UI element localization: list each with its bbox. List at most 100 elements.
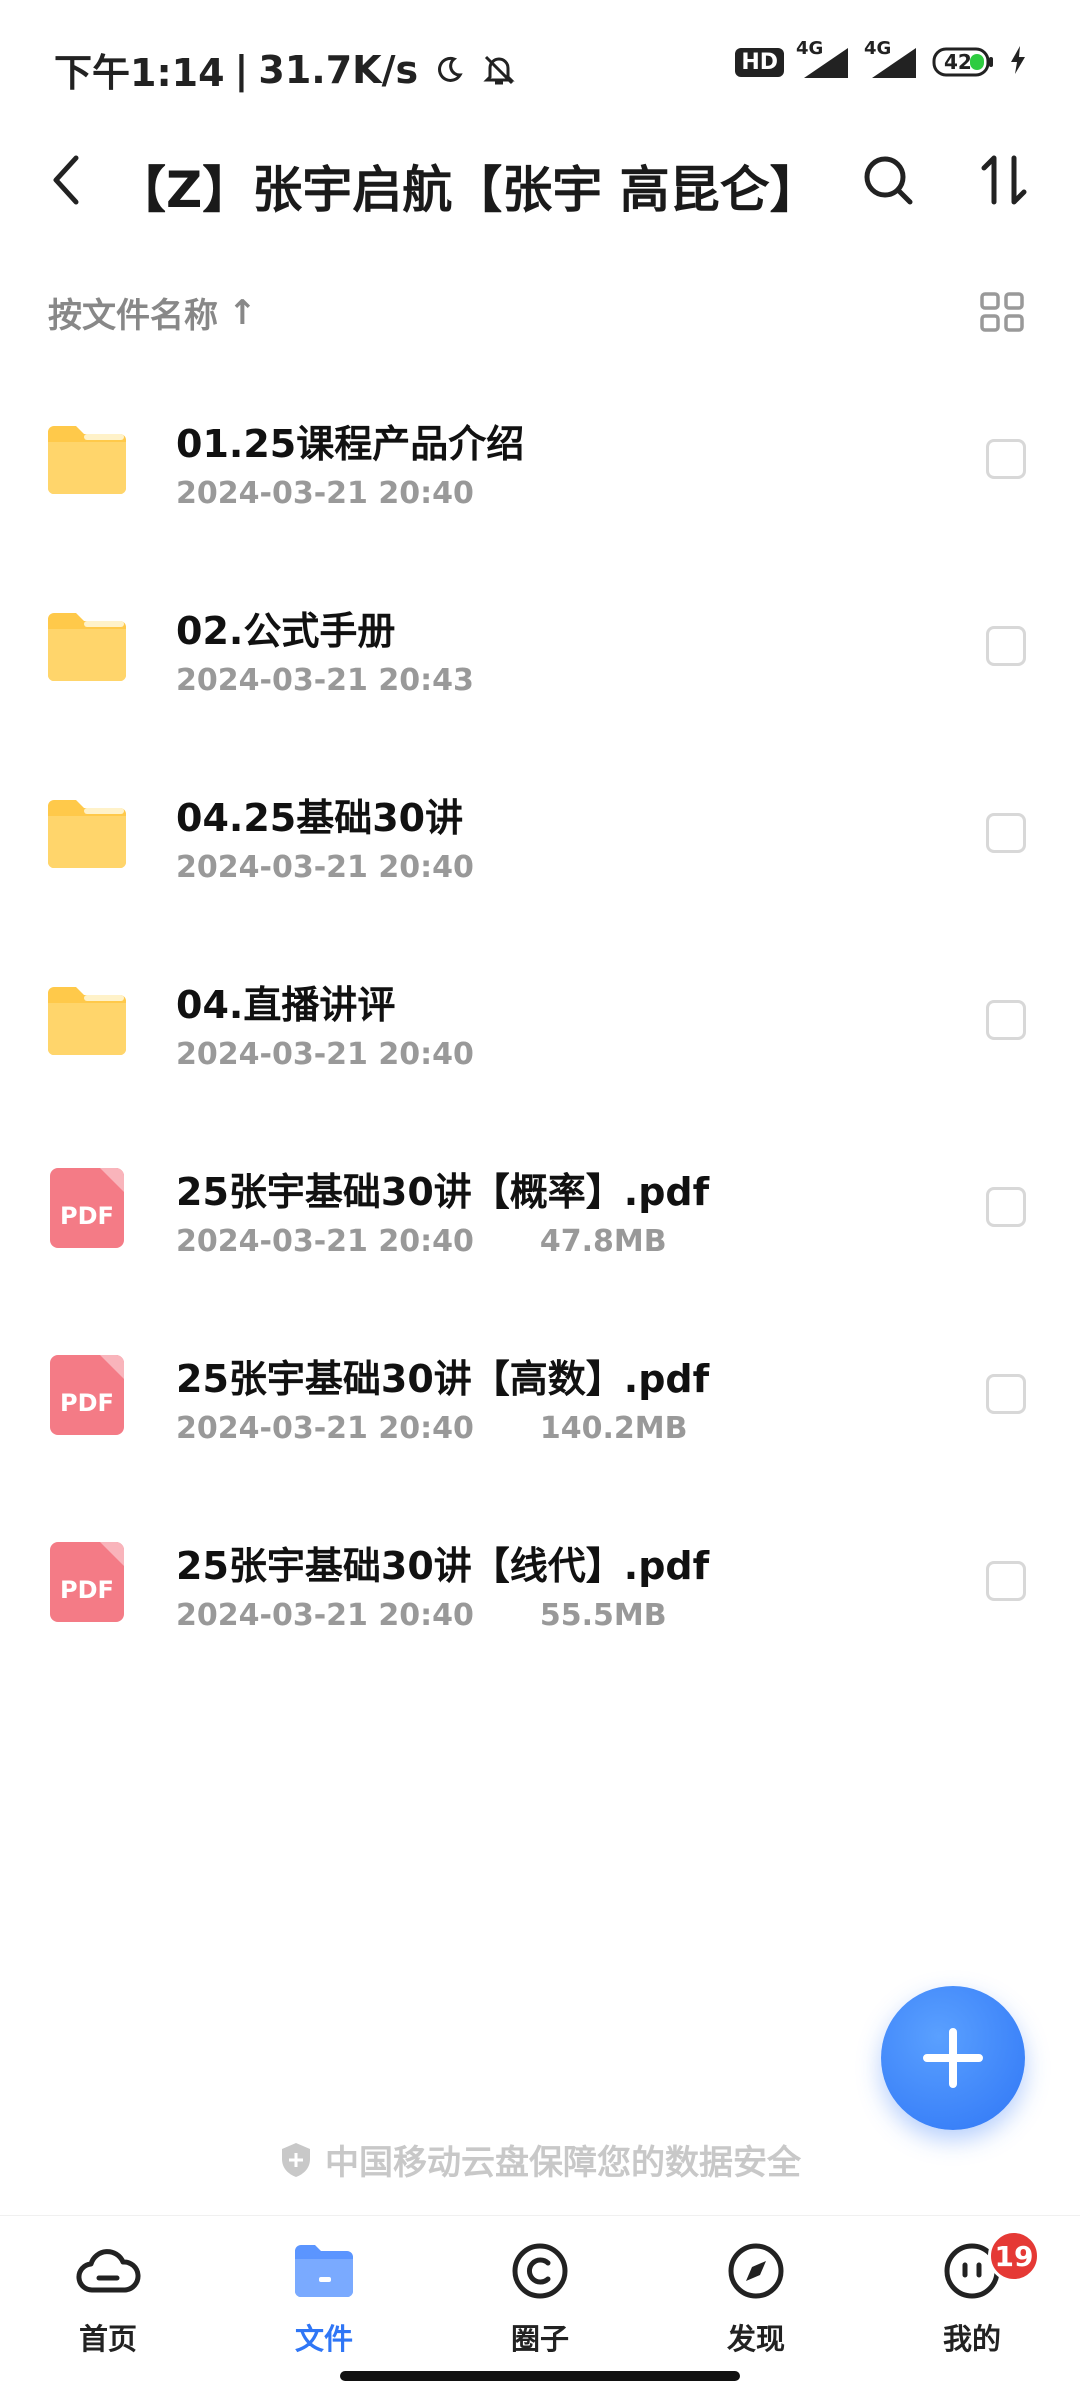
signal-2: 4G <box>864 38 920 80</box>
pdf-icon: PDF <box>44 1168 130 1248</box>
list-item[interactable]: 04.直播讲评 2024-03-21 20:40 <box>0 934 1080 1121</box>
header: 【Z】张宇启航【张宇 高昆仑】 <box>0 130 1080 230</box>
file-meta: 2024-03-21 20:40 <box>176 850 474 885</box>
folder-icon <box>44 794 130 874</box>
net-label-1: 4G <box>796 38 824 59</box>
file-size: 140.2MB <box>539 1411 688 1446</box>
search-icon <box>864 156 913 205</box>
file-size: 47.8MB <box>539 1224 667 1259</box>
chevron-left-icon <box>53 155 79 205</box>
plus-icon <box>923 2028 983 2088</box>
home-indicator[interactable] <box>340 2371 740 2381</box>
file-name: 25张宇基础30讲【高数】.pdf <box>176 1357 710 1401</box>
file-meta: 2024-03-21 20:40 <box>176 1037 474 1072</box>
file-date: 2024-03-21 20:40 <box>176 850 474 885</box>
status-right: HD 4G 4G 42 <box>735 38 1028 80</box>
back-button[interactable] <box>34 148 98 212</box>
file-date: 2024-03-21 20:40 <box>176 1411 474 1446</box>
folder-icon <box>44 420 130 500</box>
file-date: 2024-03-21 20:40 <box>176 1224 474 1259</box>
pdf-icon-label: PDF <box>60 1202 114 1230</box>
sort-button[interactable] <box>972 148 1036 212</box>
file-meta: 2024-03-21 20:40 140.2MB <box>176 1411 687 1446</box>
sort-selector[interactable]: 按文件名称 ↑ <box>48 288 257 337</box>
cloud-icon <box>73 2236 143 2306</box>
compass-icon <box>721 2236 791 2306</box>
file-date: 2024-03-21 20:40 <box>176 476 474 511</box>
sort-bar: 按文件名称 ↑ <box>0 270 1080 350</box>
security-note: 中国移动云盘保障您的数据安全 <box>0 2135 1080 2184</box>
folder-icon <box>44 607 130 687</box>
select-checkbox[interactable] <box>986 1374 1026 1414</box>
net-label-2: 4G <box>864 38 892 59</box>
file-meta: 2024-03-21 20:40 55.5MB <box>176 1598 667 1633</box>
status-time: 下午1:14 <box>54 51 225 95</box>
select-checkbox[interactable] <box>986 439 1026 479</box>
file-meta: 2024-03-21 20:43 <box>176 663 474 698</box>
select-checkbox[interactable] <box>986 813 1026 853</box>
file-date: 2024-03-21 20:43 <box>176 663 474 698</box>
notification-badge: 19 <box>988 2230 1040 2282</box>
charging-icon <box>1008 44 1028 80</box>
file-list: 01.25课程产品介绍 2024-03-21 20:40 02.公式手册 202… <box>0 373 1080 1682</box>
circle-icon <box>505 2236 575 2306</box>
file-name: 25张宇基础30讲【线代】.pdf <box>176 1544 710 1588</box>
shield-icon <box>279 2141 313 2179</box>
file-meta: 2024-03-21 20:40 <box>176 476 474 511</box>
nav-label: 我的 <box>942 2322 1001 2356</box>
grid-view-toggle[interactable] <box>978 288 1028 338</box>
nav-label: 文件 <box>294 2322 353 2356</box>
sort-label: 按文件名称 <box>48 296 218 336</box>
mute-bell-icon <box>480 51 518 89</box>
list-item[interactable]: 02.公式手册 2024-03-21 20:43 <box>0 560 1080 747</box>
list-item[interactable]: 04.25基础30讲 2024-03-21 20:40 <box>0 747 1080 934</box>
folder-icon <box>289 2236 359 2306</box>
status-separator: | <box>234 47 249 92</box>
grid-icon <box>980 292 1024 332</box>
battery: 42 <box>932 46 996 78</box>
nav-item-home[interactable]: 首页 <box>28 2236 188 2366</box>
folder-icon <box>44 981 130 1061</box>
nav-item-circle[interactable]: 圈子 <box>460 2236 620 2366</box>
pdf-icon: PDF <box>44 1355 130 1435</box>
file-name: 01.25课程产品介绍 <box>176 422 525 466</box>
screen: 下午1:14 | 31.7K/s HD 4G 4G 42 【Z】张宇启航【张宇 … <box>0 0 1080 2400</box>
nav-item-me[interactable]: 19 我的 <box>892 2230 1052 2366</box>
search-button[interactable] <box>856 148 920 212</box>
file-name: 04.直播讲评 <box>176 983 396 1027</box>
select-checkbox[interactable] <box>986 1561 1026 1601</box>
signal-1: 4G <box>796 38 852 80</box>
sort-arrows-icon <box>981 155 1027 205</box>
file-name: 25张宇基础30讲【概率】.pdf <box>176 1170 710 1214</box>
status-left: 下午1:14 | 31.7K/s <box>54 42 518 97</box>
nav-item-discover[interactable]: 发现 <box>676 2236 836 2366</box>
nav-item-files[interactable]: 文件 <box>244 2236 404 2366</box>
security-note-text: 中国移动云盘保障您的数据安全 <box>325 2143 801 2183</box>
pdf-icon-label: PDF <box>60 1576 114 1604</box>
list-item[interactable]: PDF 25张宇基础30讲【概率】.pdf 2024-03-21 20:40 47… <box>0 1121 1080 1308</box>
file-meta: 2024-03-21 20:40 47.8MB <box>176 1224 667 1259</box>
file-date: 2024-03-21 20:40 <box>176 1598 474 1633</box>
list-item[interactable]: 01.25课程产品介绍 2024-03-21 20:40 <box>0 373 1080 560</box>
list-item[interactable]: PDF 25张宇基础30讲【高数】.pdf 2024-03-21 20:40 14… <box>0 1308 1080 1495</box>
nav-label: 发现 <box>726 2322 785 2356</box>
select-checkbox[interactable] <box>986 1187 1026 1227</box>
status-net-speed: 31.7K/s <box>258 47 419 92</box>
hd-badge: HD <box>735 47 784 77</box>
select-checkbox[interactable] <box>986 1000 1026 1040</box>
file-name: 02.公式手册 <box>176 609 396 653</box>
page-title: 【Z】张宇启航【张宇 高昆仑】 <box>116 161 816 219</box>
file-size: 55.5MB <box>539 1598 667 1633</box>
list-item[interactable]: PDF 25张宇基础30讲【线代】.pdf 2024-03-21 20:40 55… <box>0 1495 1080 1682</box>
nav-label: 圈子 <box>510 2322 569 2356</box>
add-button[interactable] <box>881 1986 1025 2130</box>
file-name: 04.25基础30讲 <box>176 796 464 840</box>
select-checkbox[interactable] <box>986 626 1026 666</box>
nav-label: 首页 <box>78 2322 137 2356</box>
pdf-icon-label: PDF <box>60 1389 114 1417</box>
sort-direction: ↑ <box>228 292 257 333</box>
moon-icon <box>434 55 464 85</box>
status-bar: 下午1:14 | 31.7K/s HD 4G 4G 42 <box>0 0 1080 130</box>
file-date: 2024-03-21 20:40 <box>176 1037 474 1072</box>
pdf-icon: PDF <box>44 1542 130 1622</box>
